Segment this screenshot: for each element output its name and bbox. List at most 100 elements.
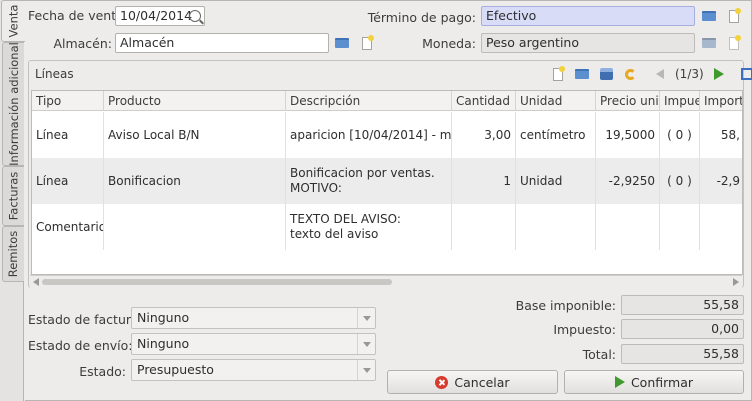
termino-input[interactable]: Efectivo xyxy=(481,6,695,26)
cell-producto: Aviso Local B/N xyxy=(104,112,286,158)
cell-descripcion: aparicion [10/04/2014] - medic xyxy=(286,112,452,158)
confirm-button-label: Confirmar xyxy=(630,374,694,390)
tab-informacion-adicional[interactable]: Información adicional xyxy=(2,42,24,166)
estado-envio-select[interactable]: Ninguno xyxy=(131,333,376,355)
moneda-input[interactable]: Peso argentino xyxy=(481,33,695,53)
open-line-icon[interactable] xyxy=(573,65,591,83)
cell-importe: 58, xyxy=(720,128,740,142)
lines-table: Tipo Producto Descripción Cantidad Unida… xyxy=(31,90,743,275)
col-impuesto[interactable]: Impue xyxy=(660,91,700,111)
impuesto-label: Impuesto: xyxy=(553,322,616,337)
lines-title: Líneas xyxy=(35,67,74,81)
moneda-search-folder-icon[interactable] xyxy=(700,34,718,52)
previous-arrow-icon[interactable] xyxy=(651,65,669,83)
col-importe[interactable]: Importe xyxy=(700,91,742,111)
cell-producto xyxy=(104,204,286,250)
cell-cantidad: 1 xyxy=(452,158,516,204)
side-tab-bar: Venta Información adicional Facturas Rem… xyxy=(0,0,25,401)
lines-group: Líneas (1/3) Tipo Producto Descripción C… xyxy=(28,60,752,288)
lines-pager: (1/3) xyxy=(675,67,704,81)
scroll-right-icon[interactable] xyxy=(733,278,739,286)
estado-select[interactable]: Presupuesto xyxy=(131,359,376,381)
almacen-search-folder-icon[interactable] xyxy=(333,34,351,52)
lines-toolbar: (1/3) xyxy=(549,64,752,84)
table-row[interactable]: Línea Aviso Local B/N aparicion [10/04/2… xyxy=(32,112,742,158)
termino-new-doc-icon[interactable] xyxy=(725,7,743,25)
tab-venta[interactable]: Venta xyxy=(1,0,25,42)
cell-impuesto: ( 0 ) xyxy=(660,158,700,204)
impuesto-value: 0,00 xyxy=(621,319,744,339)
cell-tipo: Línea xyxy=(32,158,104,204)
scroll-thumb[interactable] xyxy=(42,279,392,285)
cell-descripcion: TEXTO DEL AVISO: texto del aviso xyxy=(286,204,452,250)
tab-remitos[interactable]: Remitos xyxy=(2,226,24,282)
estado-factura-label: Estado de factura: xyxy=(28,312,143,327)
chevron-down-icon[interactable] xyxy=(357,360,375,380)
total-label: Total: xyxy=(582,347,616,362)
estado-factura-value: Ninguno xyxy=(137,310,190,325)
almacen-label: Almacén: xyxy=(53,36,112,51)
table-row[interactable]: Línea Bonificacion Bonificacion por vent… xyxy=(32,158,742,204)
cell-producto: Bonificacion xyxy=(104,158,286,204)
col-unidad[interactable]: Unidad xyxy=(516,91,596,111)
cell-descripcion-line-2: MOTIVO: xyxy=(290,181,342,195)
chevron-down-icon[interactable] xyxy=(357,308,375,328)
cell-importe: -2,9 xyxy=(716,174,740,188)
cell-tipo: Comentario xyxy=(32,204,104,250)
cell-descripcion: Bonificacion por ventas. MOTIVO: xyxy=(286,158,452,204)
cancel-button-label: Cancelar xyxy=(454,374,510,390)
base-imponible-value: 55,58 xyxy=(621,295,744,315)
col-producto[interactable]: Producto xyxy=(104,91,286,111)
confirm-button[interactable]: Confirmar xyxy=(564,370,744,394)
cell-descripcion-line-1: Bonificacion por ventas. xyxy=(290,166,435,180)
col-cantidad[interactable]: Cantidad xyxy=(452,91,516,111)
col-tipo[interactable]: Tipo xyxy=(32,91,104,111)
cell-precio xyxy=(596,204,660,250)
estado-label: Estado: xyxy=(79,364,126,379)
tab-facturas[interactable]: Facturas xyxy=(2,166,24,226)
calendar-search-icon[interactable] xyxy=(186,7,204,25)
table-row[interactable]: Comentario TEXTO DEL AVISO: texto del avi… xyxy=(32,204,742,250)
next-arrow-icon[interactable] xyxy=(710,65,728,83)
cell-cantidad: 3,00 xyxy=(452,112,516,158)
cancel-button[interactable]: Cancelar xyxy=(387,370,558,394)
cell-importe xyxy=(700,204,742,250)
cell-unidad xyxy=(516,204,596,250)
tab-remitos-label: Remitos xyxy=(6,230,21,278)
undo-line-icon[interactable] xyxy=(621,65,639,83)
termino-search-folder-icon[interactable] xyxy=(700,7,718,25)
tab-venta-label: Venta xyxy=(6,4,21,38)
almacen-input[interactable]: Almacén xyxy=(115,33,329,53)
moneda-label: Moneda: xyxy=(422,36,476,51)
tab-facturas-label: Facturas xyxy=(6,171,21,221)
cell-tipo: Línea xyxy=(32,112,104,158)
save-line-icon[interactable] xyxy=(597,65,615,83)
cell-impuesto xyxy=(660,204,700,250)
fecha-label: Fecha de venta: xyxy=(28,8,129,23)
estado-value: Presupuesto xyxy=(137,362,214,377)
table-header: Tipo Producto Descripción Cantidad Unida… xyxy=(32,91,742,111)
cell-precio: 19,5000 xyxy=(596,112,660,158)
col-precio[interactable]: Precio unit xyxy=(596,91,660,111)
cell-descripcion-line-2: texto del aviso xyxy=(290,227,379,241)
total-value: 55,58 xyxy=(621,344,744,364)
horizontal-scrollbar[interactable] xyxy=(30,275,742,288)
cancel-icon xyxy=(435,375,449,389)
estado-envio-value: Ninguno xyxy=(137,336,190,351)
estado-envio-label: Estado de envío: xyxy=(28,338,133,353)
moneda-new-doc-icon[interactable] xyxy=(725,34,743,52)
expand-icon[interactable] xyxy=(738,65,752,83)
cell-impuesto: ( 0 ) xyxy=(660,112,700,158)
cell-descripcion-line-1: TEXTO DEL AVISO: xyxy=(290,212,401,226)
tab-informacion-label: Información adicional xyxy=(6,42,21,166)
estado-factura-select[interactable]: Ninguno xyxy=(131,307,376,329)
chevron-down-icon[interactable] xyxy=(357,334,375,354)
cell-cantidad xyxy=(452,204,516,250)
col-descripcion[interactable]: Descripción xyxy=(286,91,452,111)
base-imponible-label: Base imponible: xyxy=(515,298,616,313)
new-line-icon[interactable] xyxy=(549,65,567,83)
cell-unidad: centímetro xyxy=(516,112,596,158)
cell-unidad: Unidad xyxy=(516,158,596,204)
scroll-left-icon[interactable] xyxy=(33,278,39,286)
termino-label: Término de pago: xyxy=(367,10,476,25)
